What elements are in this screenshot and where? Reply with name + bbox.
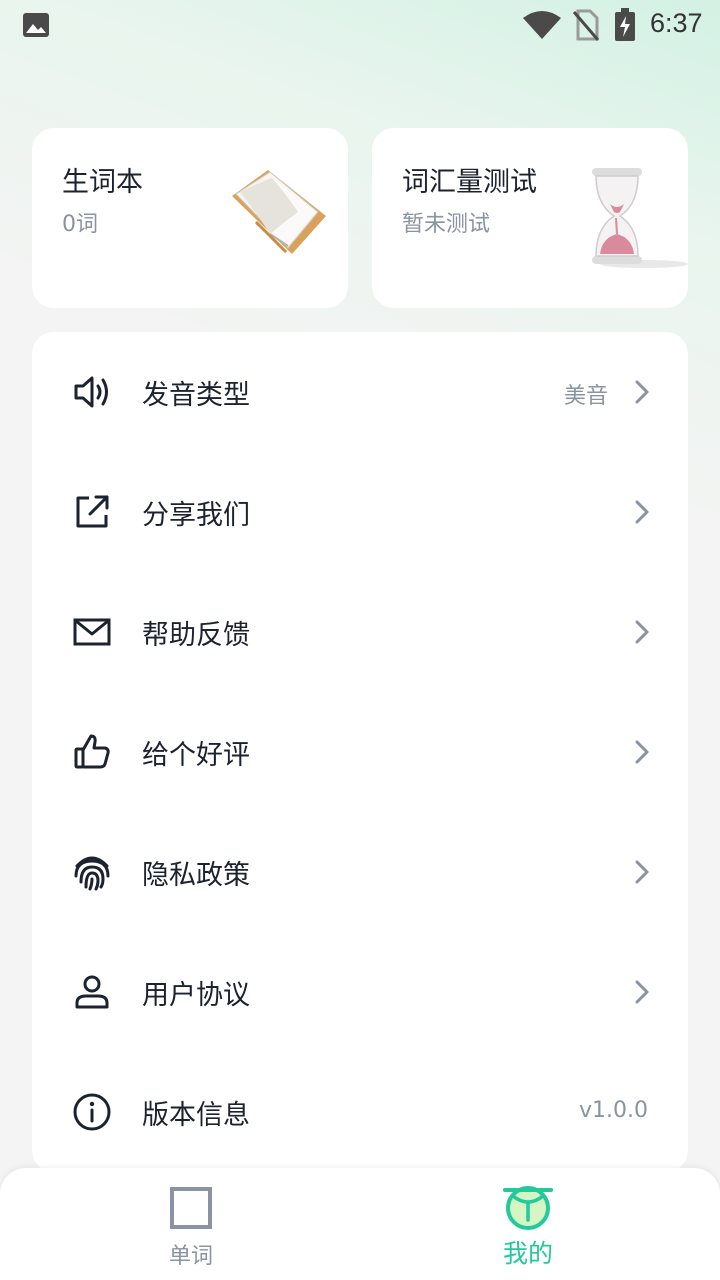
menu-label-rate: 给个好评	[142, 740, 250, 771]
menu-label-agreement: 用户协议	[142, 980, 250, 1011]
mail-icon	[73, 618, 111, 646]
vocab-book-card[interactable]: 生词本 0词	[32, 128, 348, 308]
open-book-image	[232, 170, 326, 254]
menu-label-version: 版本信息	[142, 1100, 250, 1131]
square-icon	[170, 1187, 212, 1229]
chevron-right-icon	[635, 860, 649, 884]
vocab-book-count: 0词	[62, 212, 98, 237]
menu-item-version[interactable]: 版本信息 v1.0.0	[32, 1052, 688, 1172]
nav-tab-mine[interactable]: 我的	[468, 1168, 588, 1280]
nav-label-mine: 我的	[502, 1239, 553, 1268]
menu-label-feedback: 帮助反馈	[142, 620, 250, 651]
user-icon	[75, 975, 109, 1009]
menu-label-privacy: 隐私政策	[142, 860, 250, 891]
mascot-icon	[503, 1186, 553, 1230]
nav-tab-words[interactable]: 单词	[131, 1168, 251, 1280]
bottom-nav: 单词 我的	[0, 1168, 720, 1280]
menu-item-privacy[interactable]: 隐私政策	[32, 812, 688, 932]
hourglass-image	[592, 168, 688, 268]
version-value: v1.0.0	[579, 1098, 648, 1123]
menu-item-pronunciation[interactable]: 发音类型 美音	[32, 332, 688, 452]
wifi-icon	[523, 11, 561, 39]
vocab-test-status: 暂未测试	[402, 212, 491, 237]
info-icon	[73, 1093, 111, 1131]
nav-label-words: 单词	[168, 1244, 213, 1269]
vocab-book-title: 生词本	[62, 167, 143, 198]
status-bar: 6:37	[0, 0, 720, 50]
thumbs-up-icon	[74, 734, 110, 769]
menu-item-agreement[interactable]: 用户协议	[32, 932, 688, 1052]
chevron-right-icon	[635, 740, 649, 764]
menu-label-share: 分享我们	[142, 500, 250, 531]
battery-charging-icon	[615, 8, 635, 41]
vocab-test-title: 词汇量测试	[402, 167, 537, 198]
chevron-right-icon	[635, 620, 649, 644]
speaker-icon	[74, 376, 108, 408]
menu-item-share[interactable]: 分享我们	[32, 452, 688, 572]
no-sim-icon	[572, 9, 600, 41]
gallery-icon	[23, 13, 49, 37]
settings-menu: 发音类型 美音 分享我们 帮助反馈 给个好评 隐私政策 用户协议 版本信息 v1…	[32, 332, 688, 1172]
pronunciation-value: 美音	[563, 384, 608, 409]
chevron-right-icon	[635, 980, 649, 1004]
status-time: 6:37	[650, 8, 703, 38]
menu-label-pronunciation: 发音类型	[142, 380, 250, 411]
chevron-right-icon	[635, 500, 649, 524]
chevron-right-icon	[635, 380, 649, 404]
fingerprint-icon	[74, 856, 110, 891]
menu-item-rate[interactable]: 给个好评	[32, 692, 688, 812]
vocab-test-card[interactable]: 词汇量测试 暂未测试	[372, 128, 688, 308]
menu-item-feedback[interactable]: 帮助反馈	[32, 572, 688, 692]
share-icon	[76, 495, 109, 528]
